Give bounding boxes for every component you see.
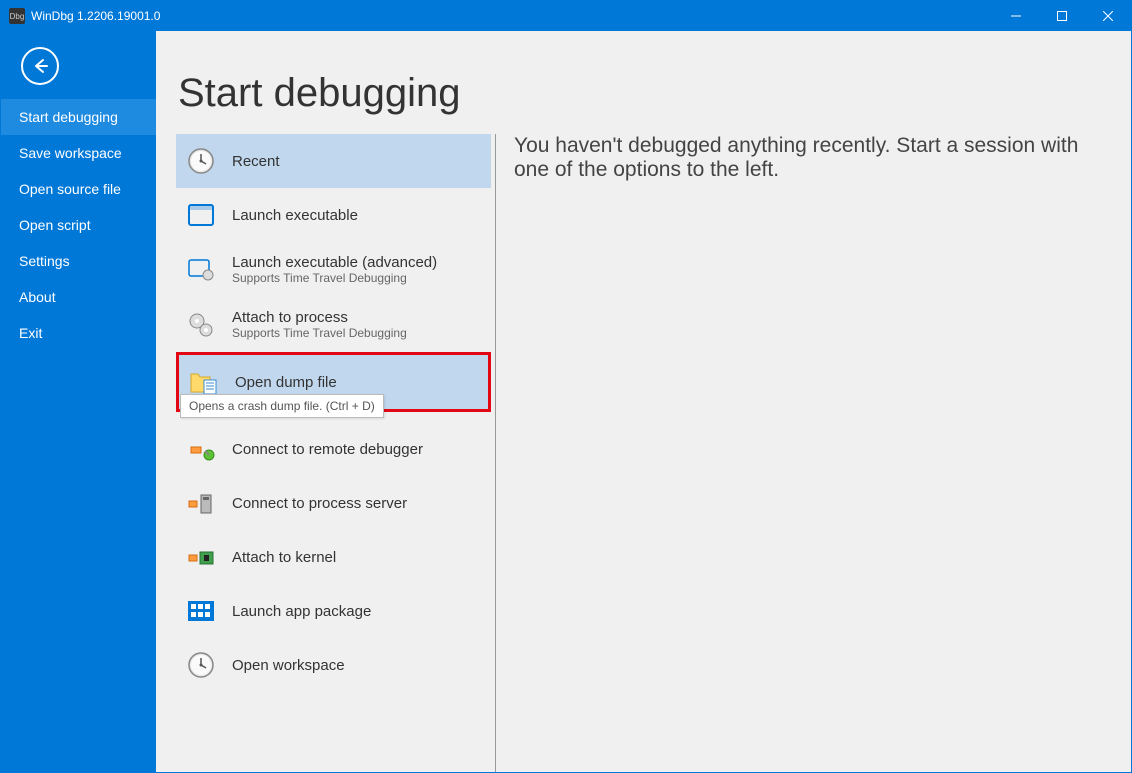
clock-icon [186, 650, 216, 680]
option-open-workspace[interactable]: Open workspace [176, 638, 491, 692]
sidebar-item-label: Open script [19, 217, 91, 233]
sidebar-item-label: About [19, 289, 56, 305]
tooltip-text: Opens a crash dump file. (Ctrl + D) [189, 399, 375, 413]
sidebar-item-settings[interactable]: Settings [1, 243, 156, 279]
window-icon [186, 200, 216, 230]
sidebar-item-label: Settings [19, 253, 70, 269]
plug-chip-icon [186, 542, 216, 572]
option-text: Open workspace [232, 657, 345, 674]
back-button[interactable] [21, 47, 59, 85]
window-controls [993, 1, 1131, 31]
option-text: Connect to process server [232, 495, 407, 512]
sidebar-item-label: Open source file [19, 181, 121, 197]
back-button-wrap [1, 31, 156, 99]
body: Start debugging Save workspace Open sour… [1, 31, 1131, 772]
sidebar: Start debugging Save workspace Open sour… [1, 31, 156, 772]
option-text: Open dump file [235, 374, 337, 391]
folder-file-icon [189, 367, 219, 397]
plug-server-icon [186, 488, 216, 518]
option-text: Launch app package [232, 603, 371, 620]
option-text: Launch executable (advanced) Supports Ti… [232, 254, 437, 285]
option-launch-executable[interactable]: Launch executable [176, 188, 491, 242]
option-label: Connect to remote debugger [232, 441, 423, 458]
sidebar-item-exit[interactable]: Exit [1, 315, 156, 351]
option-attach-to-kernel[interactable]: Attach to kernel [176, 530, 491, 584]
titlebar-left: Dbg WinDbg 1.2206.19001.0 [9, 8, 160, 24]
option-text: Attach to kernel [232, 549, 336, 566]
option-connect-process-server[interactable]: Connect to process server [176, 476, 491, 530]
option-subtitle: Supports Time Travel Debugging [232, 326, 407, 340]
sidebar-item-open-source-file[interactable]: Open source file [1, 171, 156, 207]
app-window: Dbg WinDbg 1.2206.19001.0 [0, 0, 1132, 773]
option-label: Attach to process [232, 309, 407, 326]
close-button[interactable] [1085, 1, 1131, 31]
content: Start debugging Recent [156, 31, 1131, 772]
columns: Recent Launch executable [176, 134, 1131, 772]
detail-column: You haven't debugged anything recently. … [496, 134, 1131, 772]
detail-text: You haven't debugged anything recently. … [514, 134, 1101, 182]
sidebar-item-save-workspace[interactable]: Save workspace [1, 135, 156, 171]
option-subtitle: Supports Time Travel Debugging [232, 271, 437, 285]
gears-icon [186, 310, 216, 340]
clock-icon [186, 146, 216, 176]
option-label: Connect to process server [232, 495, 407, 512]
option-label: Launch executable [232, 207, 358, 224]
option-attach-to-process[interactable]: Attach to process Supports Time Travel D… [176, 297, 491, 352]
option-label: Launch app package [232, 603, 371, 620]
titlebar: Dbg WinDbg 1.2206.19001.0 [1, 1, 1131, 31]
option-launch-app-package[interactable]: Launch app package [176, 584, 491, 638]
option-label: Recent [232, 153, 280, 170]
sidebar-item-about[interactable]: About [1, 279, 156, 315]
option-text: Launch executable [232, 207, 358, 224]
option-text: Recent [232, 153, 280, 170]
minimize-button[interactable] [993, 1, 1039, 31]
page-title: Start debugging [176, 71, 1131, 116]
sidebar-item-label: Save workspace [19, 145, 122, 161]
option-recent[interactable]: Recent [176, 134, 491, 188]
sidebar-item-label: Start debugging [19, 109, 118, 125]
option-label: Open workspace [232, 657, 345, 674]
option-launch-executable-advanced[interactable]: Launch executable (advanced) Supports Ti… [176, 242, 491, 297]
tooltip: Opens a crash dump file. (Ctrl + D) [180, 394, 384, 418]
sidebar-item-label: Exit [19, 325, 42, 341]
maximize-button[interactable] [1039, 1, 1085, 31]
options-column: Recent Launch executable [176, 134, 496, 772]
option-text: Connect to remote debugger [232, 441, 423, 458]
app-icon: Dbg [9, 8, 25, 24]
sidebar-item-start-debugging[interactable]: Start debugging [1, 99, 156, 135]
option-label: Attach to kernel [232, 549, 336, 566]
arrow-left-icon [31, 57, 49, 75]
option-label: Launch executable (advanced) [232, 254, 437, 271]
option-connect-remote-debugger[interactable]: Connect to remote debugger [176, 422, 491, 476]
window-gear-icon [186, 255, 216, 285]
sidebar-item-open-script[interactable]: Open script [1, 207, 156, 243]
option-text: Attach to process Supports Time Travel D… [232, 309, 407, 340]
window-title: WinDbg 1.2206.19001.0 [31, 9, 160, 23]
apps-grid-icon [186, 596, 216, 626]
plug-remote-icon [186, 434, 216, 464]
option-label: Open dump file [235, 374, 337, 391]
